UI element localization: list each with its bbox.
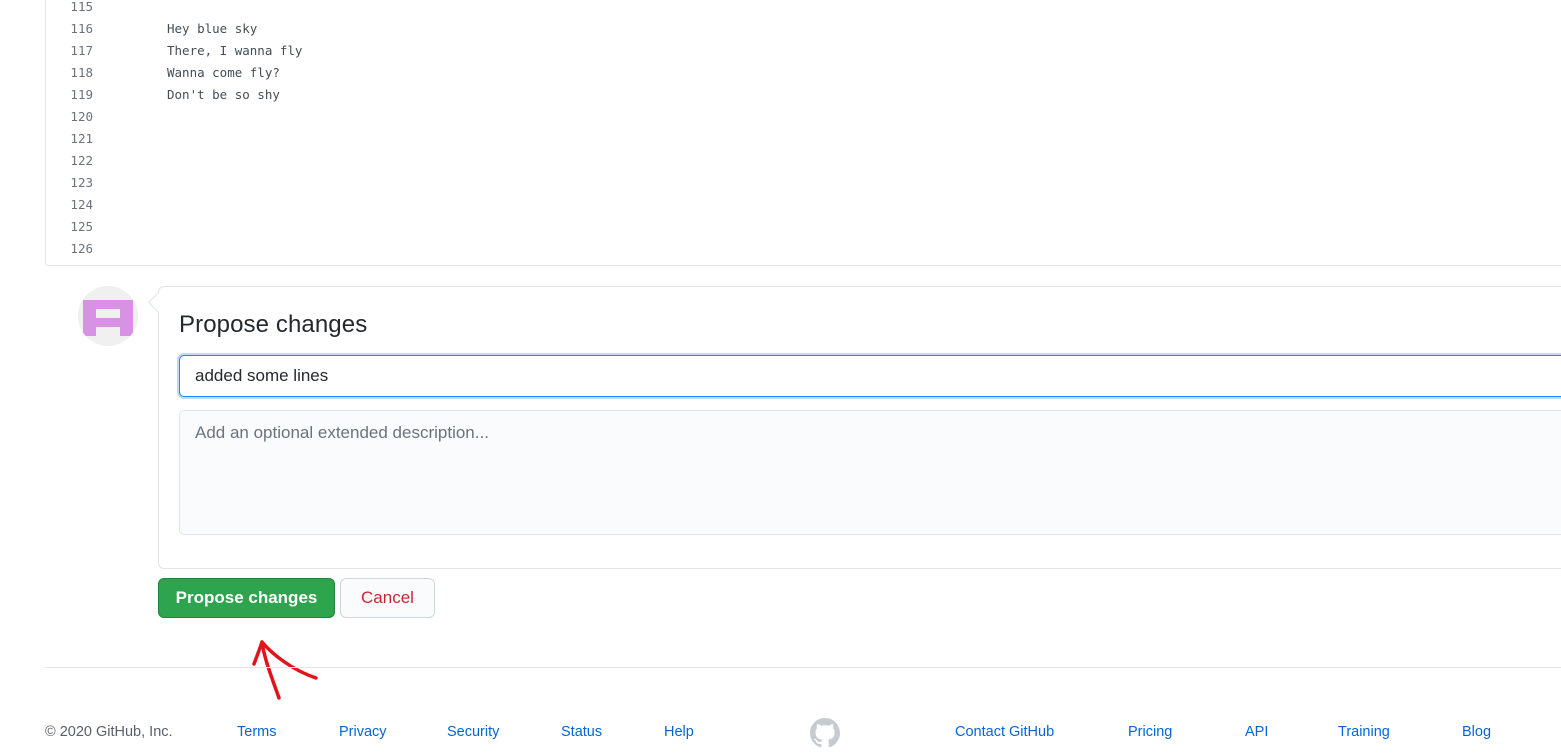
code-line: 120	[46, 106, 1546, 128]
code-line: 121	[46, 128, 1546, 150]
code-editor[interactable]: 115 116 Hey blue sky 117 There, I wanna …	[45, 0, 1561, 266]
code-line: 115	[46, 0, 1546, 18]
code-line: 126	[46, 238, 1546, 260]
line-number: 123	[70, 175, 93, 190]
line-number: 117	[70, 43, 93, 58]
line-text: Hey blue sky	[167, 21, 258, 36]
commit-form-title: Propose changes	[179, 311, 368, 338]
avatar[interactable]	[78, 286, 138, 346]
line-text: Wanna come fly?	[167, 65, 280, 80]
line-number: 126	[70, 241, 93, 256]
footer-link-privacy[interactable]: Privacy	[339, 722, 387, 742]
code-line: 123	[46, 172, 1546, 194]
line-number: 120	[70, 109, 93, 124]
line-number: 122	[70, 153, 93, 168]
line-text: There, I wanna fly	[167, 43, 303, 58]
red-arrow-annotation-icon	[252, 640, 318, 700]
propose-changes-button[interactable]: Propose changes	[158, 578, 335, 618]
footer-divider	[45, 667, 1561, 668]
page: 115 116 Hey blue sky 117 There, I wanna …	[0, 0, 1561, 753]
footer-link-security[interactable]: Security	[447, 722, 499, 742]
footer-link-pricing[interactable]: Pricing	[1128, 722, 1172, 742]
code-line: 117 There, I wanna fly	[46, 40, 1546, 62]
code-line: 125	[46, 216, 1546, 238]
footer-link-status[interactable]: Status	[561, 722, 602, 742]
footer-link-terms[interactable]: Terms	[237, 722, 276, 742]
line-number: 115	[70, 0, 93, 14]
commit-form: Propose changes	[158, 286, 1561, 569]
github-mark-icon[interactable]	[810, 718, 840, 748]
line-number: 119	[70, 87, 93, 102]
footer-link-api[interactable]: API	[1245, 722, 1268, 742]
footer-copyright: © 2020 GitHub, Inc.	[45, 724, 173, 740]
line-number: 116	[70, 21, 93, 36]
line-number: 124	[70, 197, 93, 212]
footer-link-contact-github[interactable]: Contact GitHub	[955, 722, 1054, 742]
cancel-button[interactable]: Cancel	[340, 578, 435, 618]
code-line: 119 Don't be so shy	[46, 84, 1546, 106]
footer-link-training[interactable]: Training	[1338, 722, 1390, 742]
code-line: 116 Hey blue sky	[46, 18, 1546, 40]
identicon-avatar-icon	[78, 286, 138, 346]
line-number: 121	[70, 131, 93, 146]
line-number: 125	[70, 219, 93, 234]
line-text: Don't be so shy	[167, 87, 280, 102]
commit-description-input[interactable]	[179, 410, 1561, 535]
commit-summary-input[interactable]	[179, 355, 1561, 397]
footer-link-blog[interactable]: Blog	[1462, 722, 1491, 742]
line-number: 118	[70, 65, 93, 80]
code-line: 122	[46, 150, 1546, 172]
code-line: 124	[46, 194, 1546, 216]
footer-link-help[interactable]: Help	[664, 722, 694, 742]
code-line: 118 Wanna come fly?	[46, 62, 1546, 84]
